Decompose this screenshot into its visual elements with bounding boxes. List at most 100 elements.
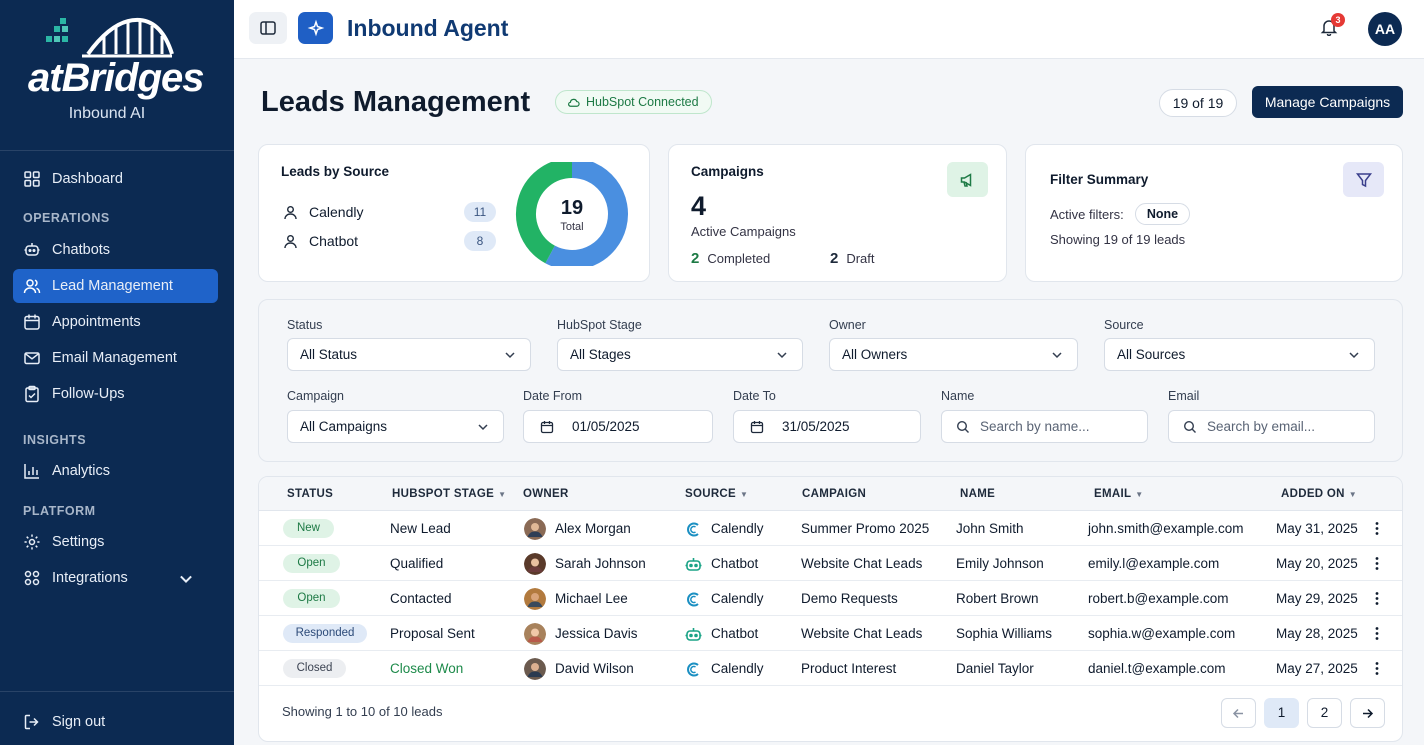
sidebar-divider bbox=[0, 691, 234, 692]
draft-count: 2 bbox=[830, 250, 839, 267]
column-header-hubspot-stage[interactable]: HUBSPOT STAGE ▼ bbox=[392, 488, 506, 500]
next-page-button[interactable] bbox=[1350, 698, 1385, 728]
sign-out-button[interactable]: Sign out bbox=[13, 705, 218, 739]
manage-campaigns-button[interactable]: Manage Campaigns bbox=[1252, 86, 1403, 118]
more-vertical-icon[interactable] bbox=[1369, 520, 1385, 537]
draft-stat: 2 Draft bbox=[830, 250, 875, 267]
sidebar-item-analytics[interactable]: Analytics bbox=[13, 454, 218, 488]
agent-icon-button bbox=[298, 12, 333, 44]
source-row-calendly: Calendly bbox=[283, 204, 363, 220]
source-cell: Chatbot bbox=[711, 626, 759, 641]
campaign-count: 4 bbox=[691, 191, 707, 221]
more-vertical-icon[interactable] bbox=[1369, 625, 1385, 642]
bar-chart-icon bbox=[24, 464, 39, 479]
completed-label: Completed bbox=[707, 251, 771, 266]
active-filters-value: None bbox=[1135, 203, 1190, 225]
table-row[interactable]: Open Contacted Michael Lee Calendly Demo… bbox=[259, 581, 1402, 616]
sidebar-item-appointments[interactable]: Appointments bbox=[13, 305, 218, 339]
owner-select[interactable]: All Owners bbox=[829, 338, 1078, 371]
page-button-1[interactable]: 1 bbox=[1264, 698, 1299, 728]
header-label: NAME bbox=[960, 488, 996, 500]
chevron-down-icon bbox=[180, 575, 192, 584]
campaign-cell: Product Interest bbox=[801, 661, 897, 676]
pagination-summary: Showing 1 to 10 of 10 leads bbox=[282, 704, 443, 719]
status-badge: Responded bbox=[283, 624, 367, 643]
column-header-campaign[interactable]: CAMPAIGN bbox=[802, 488, 866, 500]
source-cell: Calendly bbox=[711, 661, 764, 676]
table-row[interactable]: Closed Closed Won David Wilson Calendly … bbox=[259, 651, 1402, 686]
column-header-added-on[interactable]: ADDED ON ▼ bbox=[1281, 488, 1357, 500]
chevron-down-icon bbox=[505, 352, 515, 359]
calendar-icon bbox=[540, 421, 554, 434]
panel-left-icon bbox=[260, 21, 276, 35]
showing-count-text: Showing 19 of 19 leads bbox=[1050, 232, 1186, 247]
source-count-badge: 8 bbox=[464, 231, 496, 251]
column-header-owner[interactable]: OWNER bbox=[523, 488, 569, 500]
status-badge: Open bbox=[283, 554, 340, 573]
header-label: STATUS bbox=[287, 488, 334, 500]
name-cell: Daniel Taylor bbox=[956, 661, 1034, 676]
sidebar-toggle-button[interactable] bbox=[249, 12, 287, 44]
prev-page-button[interactable] bbox=[1221, 698, 1256, 728]
sort-icon: ▼ bbox=[1135, 490, 1144, 499]
calendly-icon bbox=[687, 522, 699, 537]
user-avatar[interactable]: AA bbox=[1368, 12, 1402, 46]
sort-icon: ▼ bbox=[1348, 490, 1357, 499]
name-cell: Sophia Williams bbox=[956, 626, 1053, 641]
column-header-name[interactable]: NAME bbox=[960, 488, 995, 500]
table-row[interactable]: Responded Proposal Sent Jessica Davis Ch… bbox=[259, 616, 1402, 651]
added-on-cell: May 31, 2025 bbox=[1276, 521, 1358, 536]
campaign-select[interactable]: All Campaigns bbox=[287, 410, 504, 443]
owner-avatar bbox=[524, 658, 546, 680]
source-select[interactable]: All Sources bbox=[1104, 338, 1375, 371]
added-on-cell: May 29, 2025 bbox=[1276, 591, 1358, 606]
stage-cell: Proposal Sent bbox=[390, 626, 475, 641]
header-label: EMAIL bbox=[1094, 488, 1132, 500]
stage-cell: New Lead bbox=[390, 521, 451, 536]
added-on-cell: May 28, 2025 bbox=[1276, 626, 1358, 641]
active-filters-label: Active filters: bbox=[1050, 207, 1124, 222]
card-title: Filter Summary bbox=[1050, 172, 1149, 187]
leads-table: STATUS HUBSPOT STAGE ▼ OWNER SOURCE ▼ CAMP… bbox=[258, 476, 1403, 742]
status-select[interactable]: All Status bbox=[287, 338, 531, 371]
sidebar-item-chatbots[interactable]: Chatbots bbox=[13, 233, 218, 267]
filter-icon-box bbox=[1343, 162, 1384, 197]
sidebar-item-label: Chatbots bbox=[52, 242, 111, 258]
sidebar-item-email-management[interactable]: Email Management bbox=[13, 341, 218, 375]
bot-icon bbox=[24, 243, 40, 256]
column-header-source[interactable]: SOURCE ▼ bbox=[685, 488, 748, 500]
date-from-input[interactable]: 01/05/2025 bbox=[523, 410, 713, 443]
lead-count-pill: 19 of 19 bbox=[1159, 89, 1237, 117]
page-button-2[interactable]: 2 bbox=[1307, 698, 1342, 728]
sidebar-item-label: Follow-Ups bbox=[52, 386, 125, 402]
column-header-status[interactable]: STATUS bbox=[287, 488, 333, 500]
sidebar-item-follow-ups[interactable]: Follow-Ups bbox=[13, 377, 218, 411]
table-row[interactable]: Open Qualified Sarah Johnson Chatbot Web… bbox=[259, 546, 1402, 581]
owner-cell: David Wilson bbox=[555, 661, 634, 676]
name-search-input[interactable]: Search by name... bbox=[941, 410, 1148, 443]
more-vertical-icon[interactable] bbox=[1369, 660, 1385, 677]
column-header-email[interactable]: EMAIL ▼ bbox=[1094, 488, 1144, 500]
stage-select[interactable]: All Stages bbox=[557, 338, 803, 371]
campaign-cell: Website Chat Leads bbox=[801, 556, 923, 571]
more-vertical-icon[interactable] bbox=[1369, 590, 1385, 607]
stage-filter-label: HubSpot Stage bbox=[557, 318, 642, 332]
name-filter-label: Name bbox=[941, 389, 975, 403]
table-row[interactable]: New New Lead Alex Morgan Calendly Summer… bbox=[259, 511, 1402, 546]
email-search-input[interactable]: Search by email... bbox=[1168, 410, 1375, 443]
campaign-filter-label: Campaign bbox=[287, 389, 344, 403]
sidebar-item-integrations[interactable]: Integrations bbox=[13, 561, 218, 595]
sidebar-item-dashboard[interactable]: Dashboard bbox=[13, 162, 218, 196]
name-cell: John Smith bbox=[956, 521, 1024, 536]
header-label: SOURCE bbox=[685, 488, 737, 500]
added-on-cell: May 20, 2025 bbox=[1276, 556, 1358, 571]
date-to-input[interactable]: 31/05/2025 bbox=[733, 410, 921, 443]
status-badge: Closed bbox=[283, 659, 346, 678]
sidebar-item-lead-management[interactable]: Lead Management bbox=[13, 269, 218, 303]
owner-cell: Sarah Johnson bbox=[555, 556, 646, 571]
filters-panel: Status All Status HubSpot Stage All Stag… bbox=[258, 299, 1403, 462]
sidebar-item-settings[interactable]: Settings bbox=[13, 525, 218, 559]
more-vertical-icon[interactable] bbox=[1369, 555, 1385, 572]
top-bar: Inbound Agent 3 AA bbox=[234, 0, 1424, 59]
owner-avatar bbox=[524, 518, 546, 540]
